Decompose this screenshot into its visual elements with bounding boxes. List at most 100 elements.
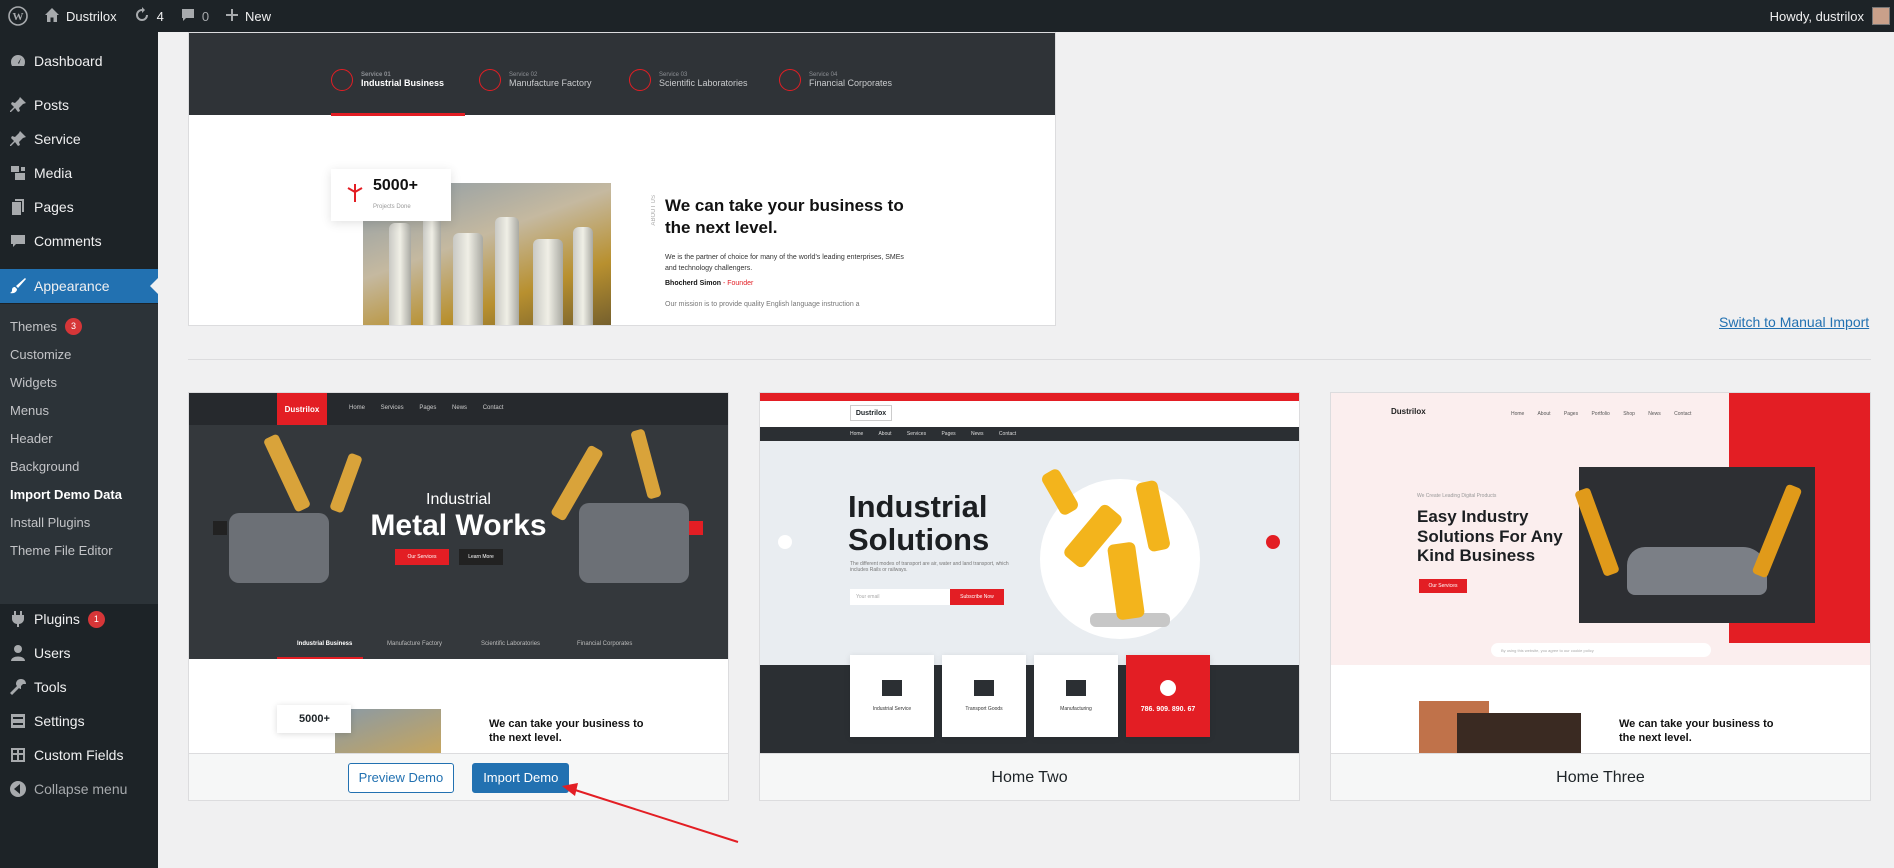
submenu-menus[interactable]: Menus — [10, 400, 49, 420]
dashboard-icon — [8, 51, 28, 71]
demo-prev-arrow-icon — [778, 535, 792, 549]
menu-plugins[interactable]: Plugins 1 — [0, 602, 158, 636]
demo-screenshot: Dustrilox Home About Pages Portfolio Sho… — [1331, 393, 1870, 753]
submenu-customize[interactable]: Customize — [10, 344, 71, 364]
demo-services-button: Our Services — [395, 549, 449, 565]
submenu-import-demo-data[interactable]: Import Demo Data — [10, 484, 122, 504]
plugins-update-badge: 1 — [87, 610, 105, 628]
submenu-background[interactable]: Background — [10, 456, 79, 476]
admin-bar: W Dustrilox 4 0 New Howdy, dustrilox — [0, 0, 1894, 32]
demo-email-input: Your email — [850, 589, 950, 605]
demo-card-actions: Preview Demo Import Demo — [189, 753, 728, 800]
menu-dashboard-label: Dashboard — [34, 53, 103, 69]
demo-next-arrow-icon — [689, 521, 703, 535]
submenu-install-plugins[interactable]: Install Plugins — [10, 512, 90, 532]
site-name-label: Dustrilox — [66, 8, 117, 24]
wordpress-logo-icon[interactable]: W — [0, 0, 36, 32]
menu-users[interactable]: Users — [0, 636, 158, 670]
menu-tools-label: Tools — [34, 679, 67, 695]
switch-manual-import-link[interactable]: Switch to Manual Import — [1719, 314, 1869, 330]
menu-appearance[interactable]: Appearance — [0, 269, 158, 303]
service-label: Scientific Laboratories — [659, 78, 748, 88]
demo-hero-small: Industrial — [426, 491, 491, 508]
author-role: - Founder — [722, 280, 754, 288]
service-label: Manufacture Factory — [509, 78, 592, 88]
demo-hero-title: Easy Industry Solutions For Any Kind Bus… — [1417, 507, 1563, 566]
menu-service[interactable]: Service — [0, 122, 158, 156]
submenu-header[interactable]: Header — [10, 428, 53, 448]
demo-service: Manufacture Factory — [387, 641, 443, 647]
section-divider — [188, 359, 1871, 360]
menu-posts[interactable]: Posts — [0, 88, 158, 122]
demo-nav-links: Home About Services Pages News Contact — [760, 427, 1299, 441]
demo-prev-arrow-icon — [213, 521, 227, 535]
admin-sidebar: Dashboard Posts Service Media Pages Comm… — [0, 32, 158, 868]
menu-pages[interactable]: Pages — [0, 190, 158, 224]
demo-nav-links: Home Services Pages News Contact — [349, 405, 504, 411]
pushpin-icon — [8, 129, 28, 149]
demo-card-home-three[interactable]: Dustrilox Home About Pages Portfolio Sho… — [1330, 392, 1871, 801]
demo-card-home-two[interactable]: Dustrilox Home About Services Pages News… — [759, 392, 1300, 801]
menu-tools[interactable]: Tools — [0, 670, 158, 704]
preview-service-1: Service 01 Industrial Business — [331, 69, 444, 91]
svg-text:W: W — [13, 11, 24, 23]
lab-icon — [629, 69, 651, 91]
factory-icon — [479, 69, 501, 91]
new-content-link[interactable]: New — [217, 0, 279, 32]
user-icon — [8, 643, 28, 663]
demo-card-footer: Home Three — [1331, 753, 1870, 800]
demo-tagline: We Create Leading Digital Products — [1417, 493, 1497, 499]
media-icon — [8, 163, 28, 183]
avatar — [1872, 7, 1890, 25]
demo-card-footer: Home Two — [760, 753, 1299, 800]
projects-counter: 5000+ Projects Done — [331, 169, 451, 221]
updates-link[interactable]: 4 — [125, 0, 172, 32]
demo-hero-image — [1574, 467, 1815, 623]
about-paragraph: We is the partner of choice for many of … — [665, 254, 904, 272]
demo-counter: 5000+ — [277, 705, 351, 733]
paintbrush-icon — [8, 276, 28, 296]
collapse-menu-button[interactable]: Collapse menu — [0, 772, 158, 806]
menu-plugins-label: Plugins — [34, 611, 80, 627]
appearance-submenu: Themes 3 Customize Widgets Menus Header B… — [0, 304, 158, 604]
demo-logo: Dustrilox — [1391, 407, 1426, 416]
demo-phone-number: 786. 909. 890. 67 — [1140, 705, 1196, 713]
menu-appearance-label: Appearance — [34, 278, 110, 294]
menu-media[interactable]: Media — [0, 156, 158, 190]
import-demo-button[interactable]: Import Demo — [472, 762, 570, 793]
demo-name: Home Two — [991, 768, 1068, 786]
submenu-widgets[interactable]: Widgets — [10, 372, 57, 392]
demo-cookie-bar: By using this website, you agree to our … — [1491, 643, 1711, 657]
menu-comments[interactable]: Comments — [0, 224, 158, 258]
home-icon — [44, 7, 60, 26]
robot-arm-icon — [1066, 680, 1086, 696]
menu-custom-fields-label: Custom Fields — [34, 747, 124, 763]
about-vertical-label: ABOUT US — [651, 195, 657, 226]
about-section: ABOUT US We can take your business to th… — [651, 195, 915, 308]
collapse-menu-label: Collapse menu — [34, 781, 128, 797]
demo-service: Financial Corporates — [577, 641, 633, 647]
submenu-themes[interactable]: Themes 3 — [10, 316, 82, 336]
demo-hero-subtitle: The different modes of transport are air… — [850, 561, 1009, 573]
wind-turbine-icon — [345, 183, 365, 208]
submenu-theme-file-editor[interactable]: Theme File Editor — [10, 540, 113, 560]
menu-settings[interactable]: Settings — [0, 704, 158, 738]
menu-custom-fields[interactable]: Custom Fields — [0, 738, 158, 772]
demo-logo: Dustrilox — [277, 393, 327, 425]
preview-demo-button[interactable]: Preview Demo — [347, 762, 455, 793]
active-service-underline — [331, 113, 465, 116]
menu-users-label: Users — [34, 645, 71, 661]
my-account[interactable]: Howdy, dustrilox — [1770, 0, 1894, 32]
settings-icon — [8, 711, 28, 731]
demo-topbar — [760, 393, 1299, 401]
author-name: Bhocherd Simon — [665, 280, 722, 288]
howdy-text: Howdy, dustrilox — [1769, 8, 1864, 24]
pages-icon — [8, 197, 28, 217]
themes-update-badge: 3 — [64, 317, 82, 335]
comments-link[interactable]: 0 — [172, 0, 217, 32]
plus-icon — [225, 8, 239, 25]
menu-dashboard[interactable]: Dashboard — [0, 44, 158, 78]
site-name-link[interactable]: Dustrilox — [36, 0, 125, 32]
demo-screenshot: Dustrilox Home Services Pages News Conta… — [189, 393, 728, 753]
pushpin-icon — [8, 95, 28, 115]
